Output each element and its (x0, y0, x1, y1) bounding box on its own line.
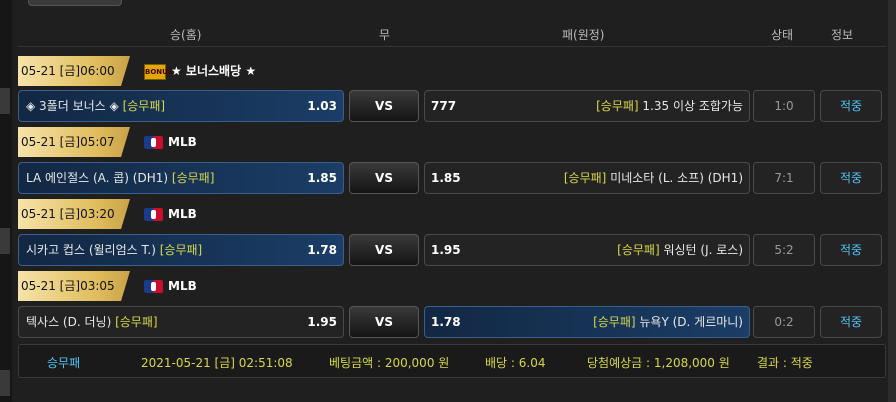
result-info-button[interactable]: 적중 (820, 234, 882, 266)
away-odds: 1.95 (431, 243, 461, 257)
header-home: 승(홈) (170, 28, 202, 42)
away-team-name: 뉴욕Y (D. 게르마니) (639, 315, 743, 329)
bet-summary-bar: 승무패 2021-05-21 [금] 02:51:08 베팅금액 : 200,0… (18, 344, 886, 378)
header-away: 패(원정) (562, 28, 605, 42)
draw-button[interactable]: VS (349, 234, 419, 266)
match-datetime: 05-21 [금]03:05 (18, 271, 130, 301)
header-draw: 무 (379, 28, 391, 42)
league-label: BONUS★ 보너스배당 ★ (144, 63, 257, 80)
bet-type: [승무패] (171, 171, 215, 185)
away-team-name: 1.35 이상 조합가능 (642, 99, 743, 113)
draw-button[interactable]: VS (349, 306, 419, 338)
away-odds: 1.78 (431, 315, 461, 329)
home-odds: 1.03 (307, 99, 337, 113)
away-team-name: 워싱턴 (J. 로스) (663, 243, 743, 257)
home-bet-button[interactable]: ◈ 3폴더 보너스 ◈ [승무패] 1.03 (18, 90, 344, 122)
away-team-name: 미네소타 (L. 소프) (DH1) (610, 171, 743, 185)
league-label: MLB (144, 127, 197, 157)
result-info-button[interactable]: 적중 (820, 162, 882, 194)
away-odds: 1.85 (431, 171, 461, 185)
top-button[interactable] (28, 0, 122, 6)
match-datetime: 05-21 [금]06:00 (18, 56, 130, 86)
home-team-name: ◈ 3폴더 보너스 ◈ (26, 99, 119, 113)
home-team-name: 시카고 컵스 (윌리엄스 T.) (26, 243, 156, 257)
away-bet-button[interactable]: 777 [승무패] 1.35 이상 조합가능 (424, 90, 750, 122)
bet-type: [승무패] (159, 243, 203, 257)
draw-button[interactable]: VS (349, 162, 419, 194)
result-info-button[interactable]: 적중 (820, 306, 882, 338)
away-bet-button[interactable]: 1.95 [승무패] 워싱턴 (J. 로스) (424, 234, 750, 266)
summary-bet-amount: 베팅금액 : 200,000 원 (329, 356, 450, 370)
home-bet-button[interactable]: 시카고 컵스 (윌리엄스 T.) [승무패] 1.78 (18, 234, 344, 266)
league-label: MLB (144, 199, 197, 229)
match-datetime: 05-21 [금]05:07 (18, 127, 130, 157)
home-bet-button[interactable]: LA 에인절스 (A. 콥) (DH1) [승무패] 1.85 (18, 162, 344, 194)
league-label: MLB (144, 271, 197, 301)
summary-expected-win: 당첨예상금 : 1,208,000 원 (587, 356, 730, 370)
bet-type: [승무패] (596, 99, 639, 113)
header-info: 정보 (831, 28, 854, 42)
summary-datetime: 2021-05-21 [금] 02:51:08 (141, 356, 293, 370)
bet-type: [승무패] (115, 315, 158, 329)
summary-odds: 배당 : 6.04 (485, 356, 546, 370)
home-odds: 1.95 (307, 315, 337, 329)
match-score: 5:2 (753, 234, 815, 266)
home-team-name: 텍사스 (D. 더닝) (26, 315, 112, 329)
away-bet-button[interactable]: 1.78 [승무패] 뉴욕Y (D. 게르마니) (424, 306, 750, 338)
match-score: 1:0 (753, 90, 815, 122)
summary-result: 결과 : 적중 (757, 356, 813, 370)
bonus-icon: BONUS (144, 63, 173, 80)
table-header: 승(홈) 무 패(원정) 상태 정보 (18, 22, 886, 47)
away-odds: 777 (431, 99, 457, 113)
scrollbar[interactable] (888, 0, 896, 402)
match-score: 7:1 (753, 162, 815, 194)
bet-type: [승무패] (593, 315, 636, 329)
match-datetime: 05-21 [금]03:20 (18, 199, 130, 229)
match-score: 0:2 (753, 306, 815, 338)
mlb-icon (144, 280, 163, 293)
home-odds: 1.85 (307, 171, 337, 185)
away-bet-button[interactable]: 1.85 [승무패] 미네소타 (L. 소프) (DH1) (424, 162, 750, 194)
bet-type: [승무패] (617, 243, 660, 257)
bet-type: [승무패] (122, 99, 166, 113)
bet-type: [승무패] (563, 171, 607, 185)
left-panel-edge (0, 0, 12, 402)
draw-button[interactable]: VS (349, 90, 419, 122)
home-bet-button[interactable]: 텍사스 (D. 더닝) [승무패] 1.95 (18, 306, 344, 338)
mlb-icon (144, 136, 163, 149)
mlb-icon (144, 208, 163, 221)
summary-bet-type: 승무패 (47, 356, 81, 370)
home-odds: 1.78 (307, 243, 337, 257)
header-status: 상태 (771, 28, 794, 42)
home-team-name: LA 에인절스 (A. 콥) (DH1) (26, 171, 169, 185)
result-info-button[interactable]: 적중 (820, 90, 882, 122)
